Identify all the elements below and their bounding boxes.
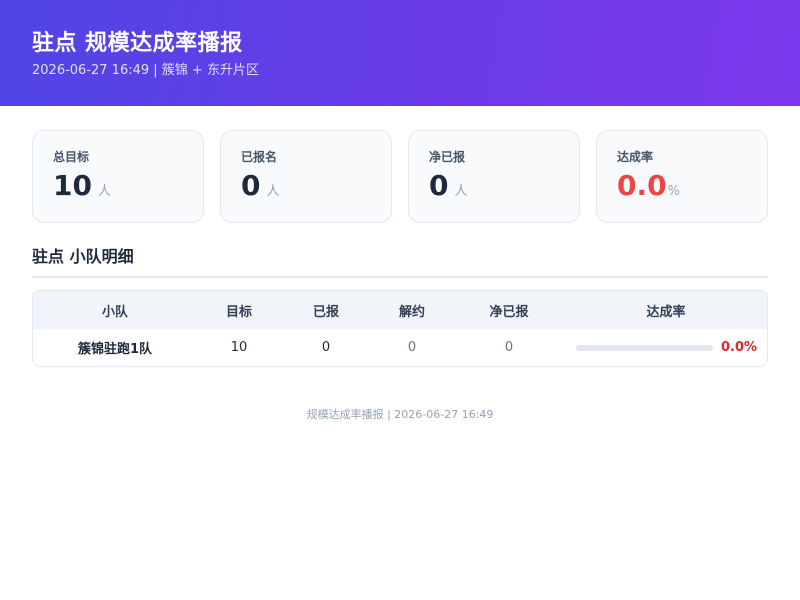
table-header-row: 小队 目标 已报 解约 净已报 达成率 (33, 291, 767, 329)
column-header-signed: 已报 (312, 304, 339, 320)
column-header-rate: 达成率 (646, 304, 686, 320)
stat-value: 0 (241, 169, 261, 202)
stat-unit: 人 (97, 184, 111, 199)
stat-card-total-target: 总目标 10 人 (32, 130, 204, 223)
column-header-target: 目标 (225, 304, 252, 320)
cell-team: 簇锦驻跑1队 (77, 342, 153, 357)
stat-card-achievement-rate: 达成率 0.0% (596, 130, 768, 223)
stat-label: 总目标 (53, 150, 90, 164)
stat-label: 已报名 (241, 150, 278, 164)
cell-rate: 0.0% (565, 329, 767, 366)
cell-signed: 0 (321, 340, 331, 355)
stat-card-signed-up: 已报名 0人 (220, 130, 392, 223)
stat-cards: 总目标 10 人 已报名 0人 净已报 0人 达成率 0.0% (32, 130, 768, 223)
column-header-cancelled: 解约 (398, 304, 425, 320)
stat-value: 10 (53, 169, 92, 202)
cell-target: 10 (230, 340, 248, 355)
stat-label: 净已报 (429, 150, 466, 164)
stat-unit: % (667, 184, 680, 199)
stat-card-net-signed: 净已报 0人 (408, 130, 580, 223)
section-title: 驻点 小队明细 (32, 246, 768, 278)
stat-value: 0 (429, 169, 449, 202)
stat-label: 达成率 (617, 150, 654, 164)
cell-net: 0 (504, 340, 514, 355)
column-header-team: 小队 (101, 304, 128, 320)
team-table: 小队 目标 已报 解约 净已报 达成率 簇锦驻跑1队 10 0 0 0 0.0% (32, 290, 768, 367)
header-banner: 驻点 规模达成率播报 2026-06-27 16:49 | 簇锦 + 东升片区 (0, 0, 800, 106)
page-subtitle: 2026-06-27 16:49 | 簇锦 + 东升片区 (32, 63, 259, 78)
stat-unit: 人 (266, 184, 280, 199)
rate-progress-bar (576, 344, 713, 351)
footer-text: 规模达成率播报 | 2026-06-27 16:49 (306, 408, 494, 421)
page-title: 驻点 规模达成率播报 (32, 31, 243, 56)
table-row: 簇锦驻跑1队 10 0 0 0 0.0% (33, 329, 767, 366)
stat-unit: 人 (454, 184, 468, 199)
stat-value: 0.0 (617, 169, 667, 202)
column-header-net: 净已报 (489, 304, 529, 320)
rate-value: 0.0% (721, 340, 758, 355)
cell-cancelled: 0 (407, 340, 417, 355)
